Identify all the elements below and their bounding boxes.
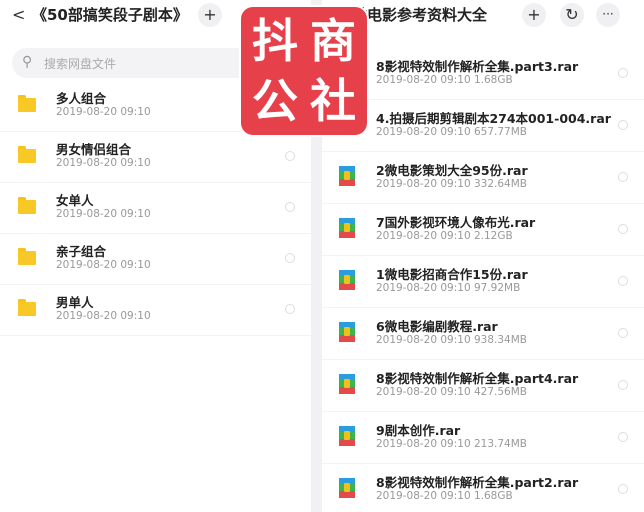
folder-row[interactable]: 亲子组合 2019-08-20 09:10	[0, 233, 311, 285]
select-radio[interactable]	[618, 120, 628, 130]
select-radio[interactable]	[618, 432, 628, 442]
rar-icon	[339, 218, 355, 238]
file-name: 4.拍摄后期剪辑剧本274本001-004.rar	[376, 111, 611, 126]
rar-icon	[339, 478, 355, 498]
select-radio[interactable]	[618, 380, 628, 390]
folder-name: 女单人	[56, 193, 94, 208]
folder-meta: 2019-08-20 09:10	[56, 208, 151, 220]
file-row[interactable]: 1微电影招商合作15份.rar 2019-08-20 09:10 97.92MB	[322, 256, 644, 308]
folder-row[interactable]: 男单人 2019-08-20 09:10	[0, 284, 311, 336]
file-meta: 2019-08-20 09:10 427.56MB	[376, 386, 527, 398]
file-row[interactable]: 6微电影编剧教程.rar 2019-08-20 09:10 938.34MB	[322, 308, 644, 360]
file-name: 8影视特效制作解析全集.part3.rar	[376, 59, 579, 74]
file-meta: 2019-08-20 09:10 1.68GB	[376, 490, 513, 502]
select-radio[interactable]	[285, 151, 295, 161]
file-meta: 2019-08-20 09:10 657.77MB	[376, 126, 527, 138]
page-title: 微电影参考资料大全	[352, 6, 488, 24]
folder-name: 男单人	[56, 295, 94, 310]
file-row[interactable]: 9剧本创作.rar 2019-08-20 09:10 213.74MB	[322, 412, 644, 464]
rar-icon	[339, 322, 355, 342]
folder-meta: 2019-08-20 09:10	[56, 259, 151, 271]
folder-meta: 2019-08-20 09:10	[56, 106, 151, 118]
right-pane: < 微电影参考资料大全 + ↻ ··· 8影视特效制作解析全集.part3.ra…	[322, 0, 644, 512]
refresh-icon[interactable]: ↻	[560, 3, 584, 27]
folder-name: 多人组合	[56, 91, 107, 106]
search-icon: ⚲	[22, 54, 33, 70]
add-button[interactable]: +	[522, 3, 546, 27]
file-row[interactable]: 2微电影策划大全95份.rar 2019-08-20 09:10 332.64M…	[322, 152, 644, 204]
rar-icon	[339, 374, 355, 394]
logo-char: 社	[310, 74, 356, 128]
folder-meta: 2019-08-20 09:10	[56, 157, 151, 169]
file-name: 1微电影招商合作15份.rar	[376, 267, 528, 282]
folder-row[interactable]: 女单人 2019-08-20 09:10	[0, 182, 311, 234]
logo-char: 商	[310, 14, 356, 68]
file-row[interactable]: 8影视特效制作解析全集.part3.rar 2019-08-20 09:10 1…	[322, 48, 644, 100]
file-name: 7国外影视环境人像布光.rar	[376, 215, 536, 230]
back-icon[interactable]: <	[12, 4, 25, 26]
file-meta: 2019-08-20 09:10 938.34MB	[376, 334, 527, 346]
watermark-logo: 抖 商 公 社	[239, 5, 369, 137]
file-row[interactable]: 4.拍摄后期剪辑剧本274本001-004.rar 2019-08-20 09:…	[322, 100, 644, 152]
select-radio[interactable]	[618, 224, 628, 234]
folder-name: 男女情侣组合	[56, 142, 132, 157]
folder-name: 亲子组合	[56, 244, 107, 259]
file-meta: 2019-08-20 09:10 2.12GB	[376, 230, 513, 242]
folder-meta: 2019-08-20 09:10	[56, 310, 151, 322]
file-name: 6微电影编剧教程.rar	[376, 319, 498, 334]
select-radio[interactable]	[285, 304, 295, 314]
file-meta: 2019-08-20 09:10 1.68GB	[376, 74, 513, 86]
folder-icon	[18, 197, 36, 214]
rar-icon	[339, 426, 355, 446]
select-radio[interactable]	[618, 68, 628, 78]
right-header: < 微电影参考资料大全 + ↻ ···	[322, 0, 644, 32]
select-radio[interactable]	[285, 253, 295, 263]
folder-icon	[18, 95, 36, 112]
file-name: 2微电影策划大全95份.rar	[376, 163, 528, 178]
file-row[interactable]: 8影视特效制作解析全集.part2.rar 2019-08-20 09:10 1…	[322, 464, 644, 512]
select-radio[interactable]	[618, 172, 628, 182]
folder-icon	[18, 248, 36, 265]
search-placeholder: 搜索网盘文件	[44, 57, 117, 71]
folder-icon	[18, 146, 36, 163]
logo-char: 抖	[252, 14, 298, 68]
folder-row[interactable]: 男女情侣组合 2019-08-20 09:10	[0, 131, 311, 183]
logo-char: 公	[252, 74, 298, 128]
file-row[interactable]: 8影视特效制作解析全集.part4.rar 2019-08-20 09:10 4…	[322, 360, 644, 412]
file-meta: 2019-08-20 09:10 97.92MB	[376, 282, 521, 294]
rar-icon	[339, 270, 355, 290]
select-radio[interactable]	[618, 484, 628, 494]
file-meta: 2019-08-20 09:10 332.64MB	[376, 178, 527, 190]
select-radio[interactable]	[618, 276, 628, 286]
add-button[interactable]: +	[198, 3, 222, 27]
file-meta: 2019-08-20 09:10 213.74MB	[376, 438, 527, 450]
rar-icon	[339, 166, 355, 186]
page-title: 《50部搞笑段子剧本》	[32, 6, 188, 24]
more-icon[interactable]: ···	[596, 3, 620, 27]
select-radio[interactable]	[618, 328, 628, 338]
file-name: 9剧本创作.rar	[376, 423, 461, 438]
file-name: 8影视特效制作解析全集.part2.rar	[376, 475, 579, 490]
select-radio[interactable]	[285, 202, 295, 212]
file-name: 8影视特效制作解析全集.part4.rar	[376, 371, 579, 386]
folder-icon	[18, 299, 36, 316]
file-row[interactable]: 7国外影视环境人像布光.rar 2019-08-20 09:10 2.12GB	[322, 204, 644, 256]
